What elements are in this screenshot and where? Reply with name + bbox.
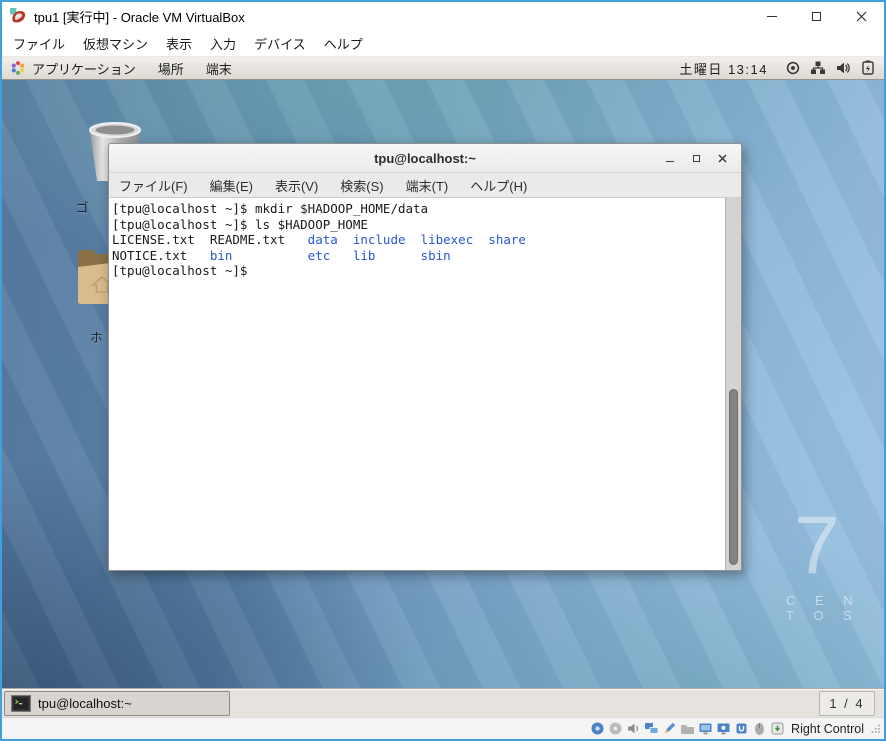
terminal-menu-view[interactable]: 表示(V): [275, 173, 329, 198]
network-icon[interactable]: [644, 721, 659, 736]
terminal-menu-file[interactable]: ファイル(F): [119, 173, 199, 198]
keyboard-icon[interactable]: [770, 721, 785, 736]
maximize-icon: [693, 155, 700, 162]
taskbar-window-button[interactable]: tpu@localhost:~: [4, 691, 230, 716]
close-icon: [718, 154, 727, 163]
workspace-switcher[interactable]: 1 / 4: [819, 691, 875, 716]
minimize-icon: [767, 16, 777, 17]
terminal-content[interactable]: [tpu@localhost ~]$ mkdir $HADOOP_HOME/da…: [109, 198, 741, 570]
menu-input[interactable]: 入力: [201, 30, 245, 57]
minimize-icon: [666, 161, 674, 163]
maximize-icon: [812, 12, 821, 21]
terminal-text: [tpu@localhost ~]$ mkdir $HADOOP_HOME/da…: [109, 198, 741, 279]
terminal-line: LICENSE.txt README.txt data include libe…: [112, 232, 741, 248]
taskbar-window-label: tpu@localhost:~: [38, 696, 132, 711]
terminal-line: [tpu@localhost ~]$: [112, 263, 741, 279]
vbox-menubar: ファイル 仮想マシン 表示 入力 デバイス ヘルプ: [2, 30, 884, 57]
minimize-button[interactable]: [749, 2, 794, 30]
terminal-title: tpu@localhost:~: [374, 151, 476, 166]
terminal-line: [tpu@localhost ~]$ ls $HADOOP_HOME: [112, 217, 741, 233]
vbox-statusbar: Right Control: [2, 717, 884, 739]
terminal-menu-edit[interactable]: 編集(E): [210, 173, 264, 198]
wired-network-icon[interactable]: [810, 60, 826, 76]
scrollbar-thumb[interactable]: [729, 389, 738, 565]
terminal-menu-label: 端末: [206, 59, 232, 78]
trash-label: ゴ: [76, 197, 89, 216]
usb-icon[interactable]: [662, 721, 677, 736]
menu-help[interactable]: ヘルプ: [315, 30, 372, 57]
vbox-titlebar: tpu1 [実行中] - Oracle VM VirtualBox: [2, 2, 884, 30]
optical-disc-icon[interactable]: [608, 721, 623, 736]
terminal-icon: [11, 695, 31, 712]
terminal-line: [tpu@localhost ~]$ mkdir $HADOOP_HOME/da…: [112, 201, 741, 217]
centos-watermark-number: 7: [794, 505, 840, 587]
menu-file[interactable]: ファイル: [4, 30, 74, 57]
applications-label: アプリケーション: [32, 59, 136, 78]
close-button[interactable]: [839, 2, 884, 30]
terminal-close-button[interactable]: [709, 144, 735, 173]
home-folder-label: ホ: [90, 327, 103, 346]
window-title: tpu1 [実行中] - Oracle VM VirtualBox: [34, 7, 245, 26]
applications-icon: [10, 60, 26, 76]
recording-icon[interactable]: [716, 721, 731, 736]
terminal-maximize-button[interactable]: [683, 144, 709, 173]
terminal-menubar: ファイル(F) 編集(E) 表示(V) 検索(S) 端末(T) ヘルプ(H): [109, 173, 741, 198]
shared-folders-icon[interactable]: [680, 721, 695, 736]
battery-icon[interactable]: [860, 60, 876, 76]
terminal-titlebar[interactable]: tpu@localhost:~: [109, 144, 741, 173]
centos-watermark-text: C E N T O S: [786, 593, 884, 623]
places-label: 場所: [158, 59, 184, 78]
menu-machine[interactable]: 仮想マシン: [74, 30, 157, 57]
terminal-menu-search[interactable]: 検索(S): [340, 173, 394, 198]
display-icon[interactable]: [698, 721, 713, 736]
hdd-icon[interactable]: [590, 721, 605, 736]
terminal-menu-terminal[interactable]: 端末(T): [406, 173, 460, 198]
taskbar: tpu@localhost:~ 1 / 4: [2, 688, 884, 717]
audio-icon[interactable]: [626, 721, 641, 736]
volume-icon[interactable]: [835, 60, 851, 76]
terminal-line: NOTICE.txt bin etc lib sbin: [112, 248, 741, 264]
virtualbox-logo-icon: [10, 8, 27, 25]
features-icon[interactable]: [734, 721, 749, 736]
terminal-menu-help[interactable]: ヘルプ(H): [470, 173, 538, 198]
applications-menu[interactable]: アプリケーション: [10, 59, 136, 78]
terminal-window: tpu@localhost:~ ファイル(F) 編集(E) 表示(V) 検索(S…: [108, 143, 742, 571]
desktop: 7 C E N T O S ゴ ホ tpu@localhost:~: [2, 80, 884, 688]
terminal-minimize-button[interactable]: [657, 144, 683, 173]
clock[interactable]: 土曜日 13:14: [679, 59, 768, 78]
host-key-label: Right Control: [791, 722, 864, 736]
close-icon: [856, 11, 867, 22]
virtualbox-window: tpu1 [実行中] - Oracle VM VirtualBox ファイル 仮…: [0, 0, 886, 741]
menu-devices[interactable]: デバイス: [245, 30, 315, 57]
terminal-scrollbar[interactable]: [725, 198, 741, 570]
resize-grip-icon[interactable]: [870, 723, 881, 734]
mouse-icon[interactable]: [752, 721, 767, 736]
maximize-button[interactable]: [794, 2, 839, 30]
places-menu[interactable]: 場所: [158, 59, 184, 78]
terminal-menu[interactable]: 端末: [206, 59, 232, 78]
gnome-panel: アプリケーション 場所 端末 土曜日 13:14: [2, 57, 884, 80]
circle-dot-icon[interactable]: [785, 60, 801, 76]
menu-view[interactable]: 表示: [157, 30, 201, 57]
